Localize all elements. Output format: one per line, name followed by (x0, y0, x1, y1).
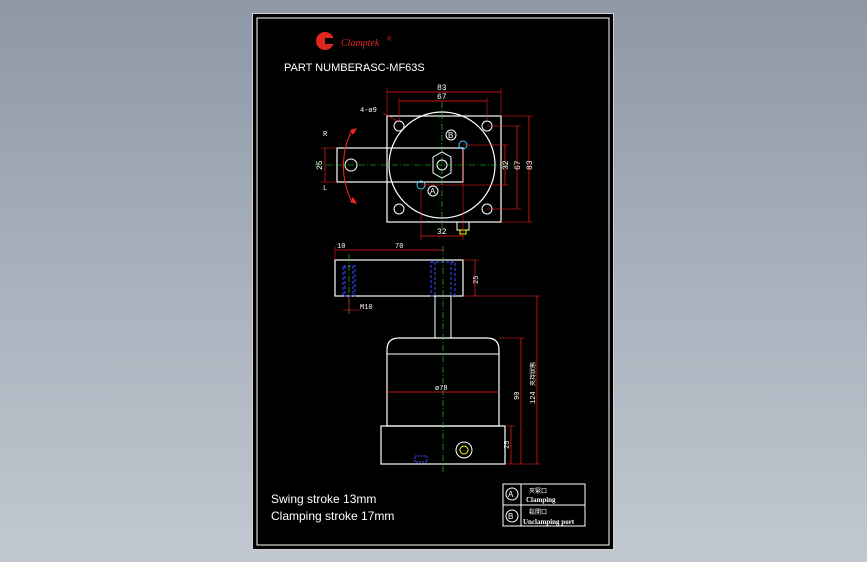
svg-text:A: A (430, 187, 436, 196)
svg-text:A: A (508, 490, 514, 499)
svg-text:124: 124 (530, 391, 538, 404)
svg-text:10: 10 (337, 243, 345, 251)
svg-text:夾持狀態: 夾持狀態 (529, 362, 537, 386)
svg-text:70: 70 (395, 243, 403, 251)
brand-logo: Clamptek ® (316, 32, 392, 50)
base-port (455, 441, 473, 459)
svg-text:M10: M10 (360, 304, 373, 312)
svg-text:67: 67 (437, 93, 447, 102)
swing-stroke-note: Swing stroke 13mm (271, 492, 376, 506)
top-view: B A R L 4-ø9 83 67 83 67 32 25 32 (315, 84, 535, 240)
inner-border (256, 17, 610, 546)
svg-text:®: ® (387, 36, 392, 43)
svg-text:B: B (508, 512, 513, 521)
brand-name: Clamptek (341, 38, 380, 49)
cad-drawing: Clamptek ® PART NUMBER: ASC-MF63S B A R … (256, 17, 610, 546)
svg-text:夾緊口: 夾緊口 (529, 488, 547, 495)
part-number-value: ASC-MF63S (363, 62, 425, 74)
svg-text:R: R (323, 131, 328, 139)
svg-text:25: 25 (504, 441, 512, 449)
svg-text:90: 90 (514, 392, 522, 400)
svg-text:83: 83 (437, 84, 447, 93)
swing-arc (342, 131, 352, 201)
bolt-hole (393, 203, 405, 215)
svg-text:67: 67 (514, 160, 523, 170)
part-number-label: PART NUMBER: (284, 62, 366, 74)
svg-text:L: L (323, 185, 327, 193)
svg-text:83: 83 (526, 160, 535, 170)
svg-text:32: 32 (502, 160, 511, 170)
hole-note: 4-ø9 (360, 107, 377, 115)
svg-text:32: 32 (437, 228, 447, 237)
side-arm (334, 259, 464, 297)
drawing-sheet: Clamptek ® PART NUMBER: ASC-MF63S B A R … (252, 13, 614, 550)
bolt-hole (393, 120, 405, 132)
svg-text:25: 25 (473, 276, 481, 284)
svg-text:鬆開口: 鬆開口 (529, 508, 547, 516)
side-view: 10 70 25 M10 ø78 90 124 夾持狀態 25 (334, 243, 541, 474)
svg-text:ø78: ø78 (435, 385, 448, 393)
svg-text:25: 25 (316, 160, 325, 170)
clamping-stroke-note: Clamping stroke 17mm (271, 509, 394, 523)
svg-text:B: B (448, 131, 453, 140)
port-legend: A 夾緊口 Clamping B 鬆開口 Unclamping port (502, 483, 586, 527)
svg-text:Unclamping port: Unclamping port (523, 518, 575, 526)
svg-text:Clamping: Clamping (526, 496, 556, 504)
